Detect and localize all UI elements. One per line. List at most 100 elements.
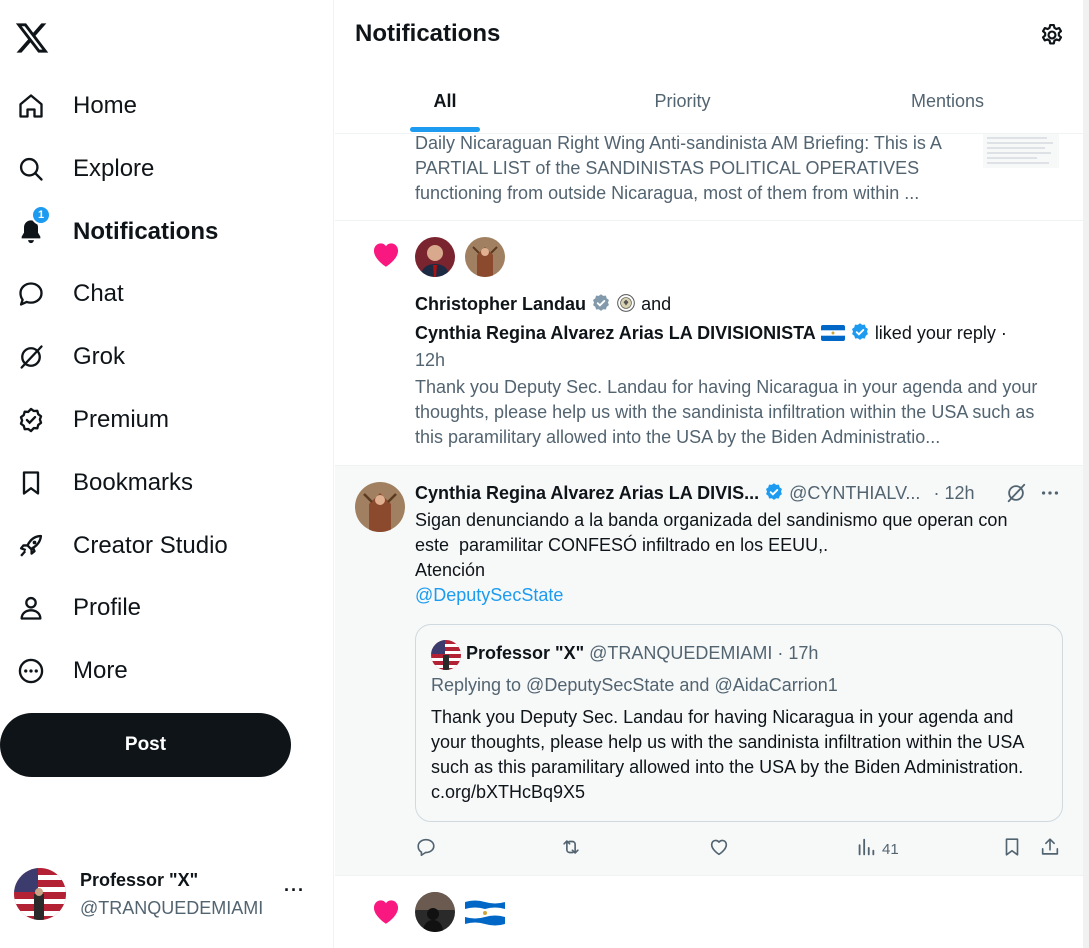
user-name: Professor "X": [466, 643, 585, 663]
more-circle-icon: [16, 656, 46, 686]
and-connector: and: [641, 294, 672, 314]
mention-link[interactable]: @DeputySecState: [415, 583, 1065, 608]
avatar: [431, 640, 461, 670]
notification-action: liked your reply ·: [874, 323, 1007, 343]
scrollbar[interactable]: [1083, 0, 1089, 948]
tweet[interactable]: Cynthia Regina Alvarez Arias LA DIVIS...…: [335, 466, 1083, 876]
user-name-link[interactable]: Cynthia Regina Alvarez Arias LA DIVIS...: [415, 483, 759, 503]
government-seal-icon: [616, 293, 636, 313]
avatar[interactable]: [355, 482, 405, 532]
notifications-column: Notifications All Priority Mentions Dail…: [335, 0, 1083, 948]
tweet-text-line: Atención: [415, 560, 486, 580]
timestamp: 12h: [415, 350, 446, 370]
views-button[interactable]: 41: [855, 836, 899, 862]
reply-icon: [415, 836, 437, 862]
nicaragua-flag-icon: [820, 325, 845, 341]
account-name: Professor "X": [80, 870, 199, 890]
search-icon: [16, 154, 46, 184]
user-name-link[interactable]: Cynthia Regina Alvarez Arias LA DIVISION…: [415, 323, 816, 343]
notification-preview-text: Thank you Deputy Sec. Landau for having …: [415, 377, 1038, 447]
sidebar-item-notifications[interactable]: 1 Notifications: [0, 205, 320, 257]
page-title: Notifications: [355, 20, 501, 47]
notification-item[interactable]: [335, 876, 1083, 948]
sidebar-item-label: Explore: [73, 155, 155, 182]
like-button[interactable]: [708, 836, 730, 862]
post-button[interactable]: Post: [0, 713, 291, 777]
sidebar-item-home[interactable]: Home: [0, 81, 320, 131]
notification-item[interactable]: Christopher Landau and Cynthia Regina Al…: [335, 221, 1083, 466]
heart-outline-icon: [708, 836, 730, 862]
sidebar-item-creator-studio[interactable]: Creator Studio: [0, 521, 320, 571]
rocket-icon: [16, 531, 46, 561]
grok-icon[interactable]: [1005, 482, 1027, 509]
sidebar-item-bookmarks[interactable]: Bookmarks: [0, 458, 320, 508]
heart-icon: [369, 894, 403, 928]
home-icon: [16, 91, 46, 121]
tweet-header: Cynthia Regina Alvarez Arias LA DIVIS...…: [415, 482, 1065, 508]
more-options-icon[interactable]: ···: [284, 880, 305, 901]
repost-button[interactable]: [560, 836, 582, 862]
sidebar: Home Explore 1 Notifications Chat Grok P…: [0, 0, 334, 948]
avatar[interactable]: [415, 237, 455, 277]
bookmark-button[interactable]: [1001, 836, 1023, 862]
sidebar-item-label: Notifications: [73, 218, 219, 245]
replying-to-line: Replying to @DeputySecState and @AidaCar…: [431, 675, 838, 695]
link-thumbnail: [983, 134, 1059, 168]
grok-icon: [16, 342, 46, 372]
analytics-icon: [855, 836, 877, 862]
timestamp[interactable]: · 12h: [933, 483, 974, 503]
avatar[interactable]: [415, 892, 455, 932]
repost-icon: [560, 836, 582, 862]
tweet-text: Sigan denunciando a la banda organizada …: [415, 508, 1065, 608]
views-count: 41: [882, 840, 899, 858]
tab-all[interactable]: All: [410, 70, 480, 132]
verified-badge-icon: [850, 322, 870, 342]
heart-icon: [369, 237, 403, 271]
verified-badge-icon: [16, 405, 46, 435]
x-logo-icon[interactable]: [14, 20, 50, 56]
active-tab-indicator: [410, 127, 480, 132]
sidebar-item-grok[interactable]: Grok: [0, 332, 320, 382]
user-handle[interactable]: @CYNTHIALV...: [789, 483, 920, 503]
share-button[interactable]: [1039, 836, 1061, 862]
sidebar-item-label: Chat: [73, 280, 124, 307]
sidebar-item-premium[interactable]: Premium: [0, 395, 320, 445]
nicaragua-flag-icon[interactable]: [465, 900, 505, 926]
share-icon: [1039, 836, 1061, 862]
bookmark-icon: [1001, 836, 1023, 862]
avatar: [14, 868, 66, 920]
sidebar-item-label: Profile: [73, 594, 142, 621]
notification-preview-text: Daily Nicaraguan Right Wing Anti-sandini…: [415, 133, 941, 203]
sidebar-item-label: More: [73, 657, 128, 684]
account-switcher[interactable]: Professor "X" @TRANQUEDEMIAMI ···: [0, 860, 320, 928]
sidebar-item-label: Bookmarks: [73, 469, 194, 496]
tab-mentions[interactable]: Mentions: [875, 70, 1020, 132]
user-handle: @TRANQUEDEMIAMI · 17h: [589, 643, 819, 663]
gear-icon[interactable]: [1039, 22, 1065, 48]
sidebar-item-chat[interactable]: Chat: [0, 269, 320, 319]
user-name-link[interactable]: Christopher Landau: [415, 294, 586, 314]
more-options-icon[interactable]: [1039, 482, 1061, 509]
notification-item[interactable]: Daily Nicaraguan Right Wing Anti-sandini…: [335, 133, 1083, 221]
quoted-tweet[interactable]: Professor "X" @TRANQUEDEMIAMI · 17h Repl…: [415, 624, 1063, 822]
notifications-header: Notifications All Priority Mentions: [335, 0, 1083, 134]
quoted-tweet-header: Professor "X" @TRANQUEDEMIAMI · 17h: [466, 643, 818, 664]
avatar[interactable]: [465, 237, 505, 277]
sidebar-item-label: Creator Studio: [73, 532, 228, 559]
verified-badge-icon: [591, 293, 611, 313]
sidebar-item-more[interactable]: More: [0, 646, 320, 696]
person-icon: [16, 593, 46, 623]
sidebar-item-profile[interactable]: Profile: [0, 583, 320, 633]
sidebar-item-explore[interactable]: Explore: [0, 144, 320, 194]
chat-bubble-icon: [16, 279, 46, 309]
tweet-text-line: Sigan denunciando a la banda organizada …: [415, 510, 1008, 530]
tab-priority[interactable]: Priority: [610, 70, 755, 132]
sidebar-item-label: Home: [73, 92, 138, 119]
notification-actors-line: Cynthia Regina Alvarez Arias LA DIVISION…: [415, 322, 1007, 344]
account-handle: @TRANQUEDEMIAMI: [80, 898, 264, 918]
notification-count-badge: 1: [31, 205, 51, 225]
sidebar-item-label: Premium: [73, 406, 170, 433]
tweet-text-line: este paramilitar CONFESÓ infiltrado en l…: [415, 535, 829, 555]
verified-badge-icon: [764, 482, 784, 502]
reply-button[interactable]: [415, 836, 437, 862]
